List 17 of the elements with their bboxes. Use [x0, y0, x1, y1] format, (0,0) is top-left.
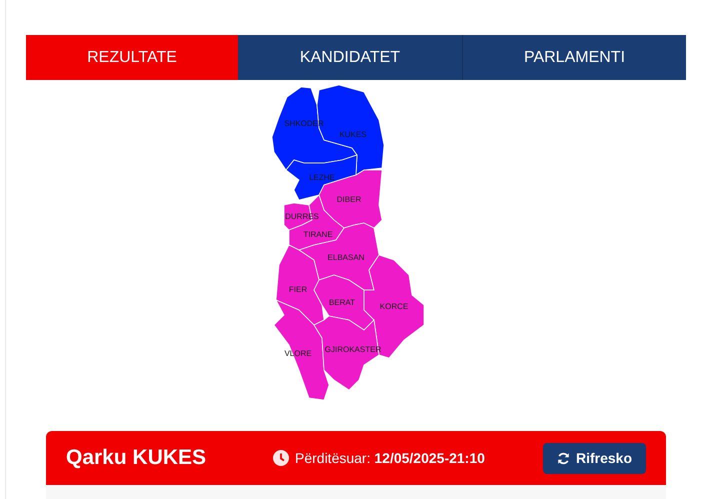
tab[interactable]: PARLAMENTI	[462, 35, 686, 80]
tab[interactable]: REZULTATE	[26, 35, 238, 80]
region-label: KORCE	[379, 302, 408, 311]
map-region[interactable]	[312, 316, 379, 391]
refresh-button[interactable]: Rifresko	[542, 442, 646, 474]
region-label: KUKES	[338, 130, 366, 139]
refresh-icon	[556, 452, 570, 464]
updated-text: Përditësuar: 12/05/2025-21:10	[295, 448, 485, 468]
district-title: Qarku KUKES	[66, 445, 208, 472]
region-label: ELBASAN	[327, 253, 364, 262]
clock-icon	[273, 450, 289, 466]
region-label: LEZHE	[308, 173, 334, 182]
region-label: DIBER	[336, 195, 361, 204]
region-label: FIER	[288, 285, 307, 294]
tab[interactable]: KANDIDATET	[238, 35, 462, 80]
region-label: BERAT	[328, 298, 355, 307]
region-label: TIRANE	[302, 230, 332, 239]
